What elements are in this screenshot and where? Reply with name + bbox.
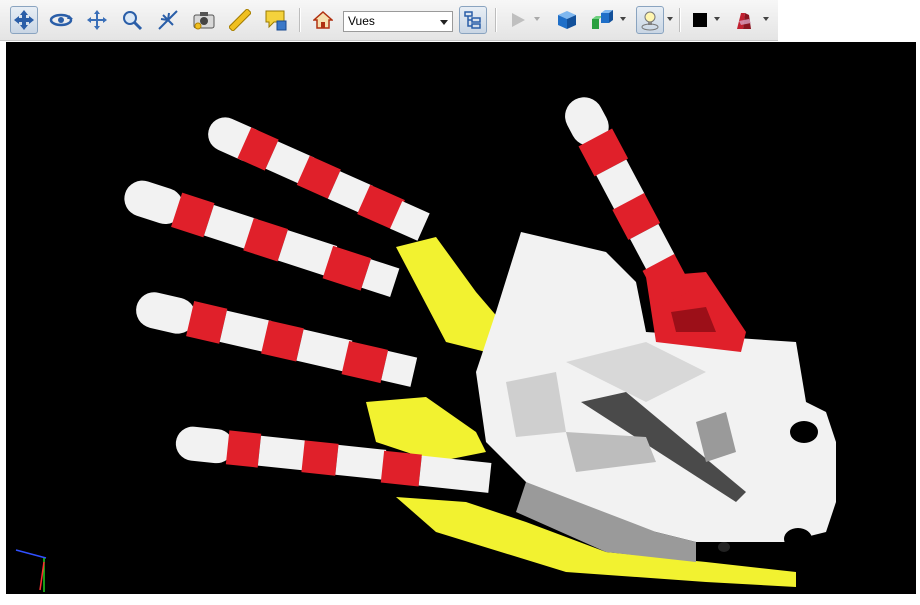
- camera-icon[interactable]: [190, 6, 218, 34]
- home-icon[interactable]: [309, 6, 337, 34]
- section-icon[interactable]: [730, 6, 758, 34]
- light-icon[interactable]: [636, 6, 664, 34]
- chevron-down-icon: [440, 20, 448, 25]
- background-color-icon[interactable]: [686, 6, 714, 34]
- comment-icon[interactable]: [262, 6, 290, 34]
- zoom-icon[interactable]: [118, 6, 146, 34]
- play-icon[interactable]: [504, 6, 532, 34]
- move-arrows-icon[interactable]: [10, 6, 38, 34]
- tree-icon[interactable]: [459, 6, 487, 34]
- ruler-icon[interactable]: [226, 6, 254, 34]
- axis-triad: [15, 549, 47, 592]
- toolbar: Vues: [0, 0, 778, 41]
- hand-model: [15, 97, 836, 592]
- rotate-icon[interactable]: [47, 6, 75, 34]
- 3d-viewport[interactable]: [6, 42, 916, 594]
- cube-icon[interactable]: [553, 6, 581, 34]
- pan-icon[interactable]: [83, 6, 111, 34]
- finger-ring: [136, 292, 418, 387]
- explode-icon[interactable]: [588, 6, 616, 34]
- views-select-value: Vues: [348, 14, 375, 28]
- views-select[interactable]: Vues: [343, 11, 453, 32]
- fly-icon[interactable]: [154, 6, 182, 34]
